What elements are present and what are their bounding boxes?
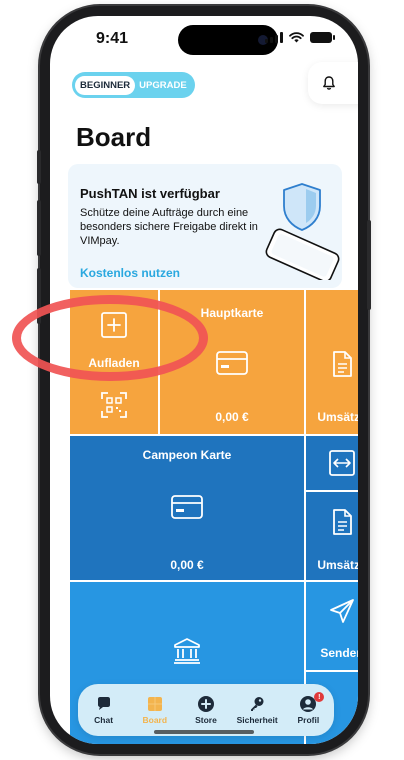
umsaetze-hauptkarte-tile[interactable]: Umsätze xyxy=(306,290,358,434)
level-pill[interactable]: BEGINNER UPGRADE xyxy=(72,72,195,98)
signal-icon xyxy=(265,32,283,43)
plus-square-icon xyxy=(101,312,127,338)
phone-side-button xyxy=(37,200,41,256)
dynamic-island xyxy=(178,25,278,55)
campeon-title: Campeon Karte xyxy=(142,448,232,462)
qr-code-icon[interactable] xyxy=(99,390,129,420)
home-indicator xyxy=(154,730,254,734)
transfer-arrows-icon xyxy=(329,450,355,476)
promo-link[interactable]: Kostenlos nutzen xyxy=(80,266,180,280)
hauptkarte-title: Hauptkarte xyxy=(200,306,264,320)
app-screen: 9:41 BEGINNER UPGRADE Board PushTAN ist … xyxy=(50,16,358,744)
tab-label: Profil xyxy=(297,715,320,725)
wifi-icon xyxy=(289,32,304,43)
promo-text: Schütze deine Aufträge durch eine besond… xyxy=(80,207,258,247)
bank-icon xyxy=(174,638,200,664)
senden-label: Senden xyxy=(320,646,358,660)
status-bar: 9:41 xyxy=(50,16,358,66)
senden-tile[interactable]: Senden xyxy=(306,582,358,670)
bell-icon[interactable] xyxy=(321,75,337,91)
aufladen-label: Aufladen xyxy=(88,356,140,370)
tab-label: Board xyxy=(142,715,168,725)
phone-side-button xyxy=(37,150,41,184)
card-icon xyxy=(216,351,248,375)
battery-icon xyxy=(310,32,335,43)
document-icon xyxy=(333,509,352,535)
profile-alert-badge: ! xyxy=(314,692,325,702)
umsaetze-label: Umsätze xyxy=(317,410,358,424)
umsaetze-campeon-tile[interactable]: Umsätze xyxy=(306,492,358,580)
tab-board[interactable]: Board xyxy=(131,695,179,725)
document-icon xyxy=(333,351,352,377)
campeon-balance: 0,00 € xyxy=(170,558,204,572)
campeon-karte-tile[interactable]: Campeon Karte 0,00 € xyxy=(70,436,304,580)
tab-sicherheit[interactable]: Sicherheit xyxy=(233,695,281,725)
phone-shield-illustration xyxy=(265,183,340,280)
board-icon xyxy=(147,697,162,711)
tab-chat[interactable]: Chat xyxy=(80,695,128,725)
chat-icon xyxy=(97,697,110,710)
transfer-tile[interactable] xyxy=(306,436,358,490)
tab-bar: Chat Board Store Sicherheit ! Profil xyxy=(78,684,334,736)
level-upgrade-button[interactable]: UPGRADE xyxy=(139,80,191,91)
tab-label: Chat xyxy=(94,715,114,725)
status-time: 9:41 xyxy=(96,30,129,47)
header-actions xyxy=(308,62,358,104)
send-icon xyxy=(330,599,354,623)
hauptkarte-tile[interactable]: Hauptkarte 0,00 € xyxy=(160,290,304,434)
level-current: BEGINNER xyxy=(75,75,136,95)
hauptkarte-balance: 0,00 € xyxy=(215,410,249,424)
key-icon xyxy=(251,697,264,711)
page-title: Board xyxy=(76,122,152,152)
tab-profil[interactable]: ! Profil xyxy=(284,692,332,725)
card-icon xyxy=(171,495,203,519)
phone-side-button xyxy=(367,220,371,310)
tab-store[interactable]: Store xyxy=(182,695,230,725)
plus-circle-icon xyxy=(197,696,214,712)
aufladen-tile[interactable]: Aufladen xyxy=(70,290,158,434)
promo-title: PushTAN ist verfügbar xyxy=(80,186,220,201)
phone-side-button xyxy=(37,268,41,324)
status-icons xyxy=(265,32,335,43)
umsaetze-label: Umsätze xyxy=(317,558,358,572)
tab-label: Store xyxy=(195,715,217,725)
pushtan-promo-card[interactable]: PushTAN ist verfügbar Schütze deine Auft… xyxy=(68,164,342,288)
tab-label: Sicherheit xyxy=(236,715,278,725)
